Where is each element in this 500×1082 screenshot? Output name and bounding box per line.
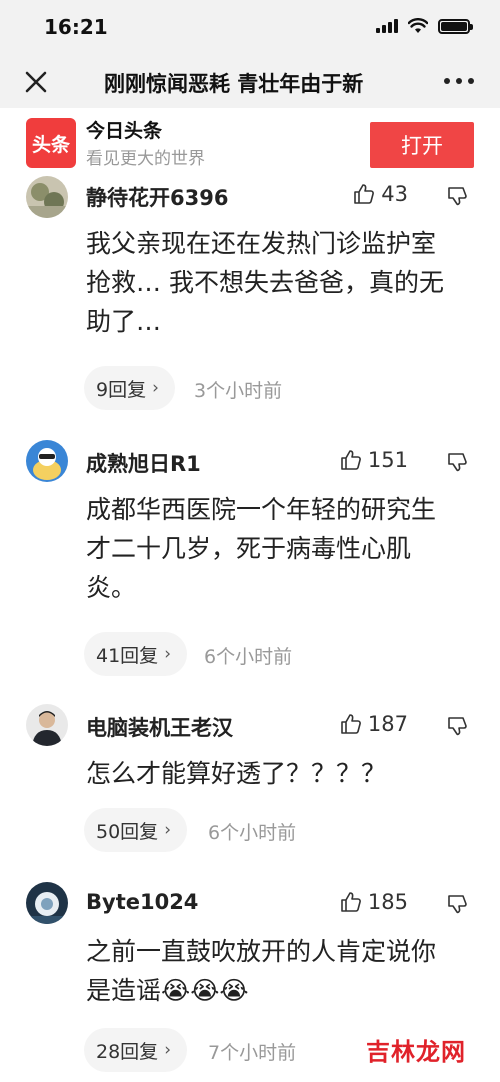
- status-time: 16:21: [44, 15, 108, 39]
- app-logo: 头条: [26, 118, 76, 168]
- reply-count: 50回复: [96, 820, 159, 843]
- chevron-right-icon: ›: [164, 1040, 171, 1060]
- thumbs-up-icon: [354, 184, 375, 204]
- avatar[interactable]: [26, 882, 68, 924]
- page-title: 刚刚惊闻恶耗 青壮年由于新: [104, 72, 364, 96]
- nav-bar: 刚刚惊闻恶耗 青壮年由于新: [0, 56, 500, 108]
- close-icon[interactable]: [22, 68, 50, 96]
- comment-time: 3个小时前: [194, 380, 283, 402]
- chevron-right-icon: ›: [164, 644, 171, 664]
- thumbs-down-icon[interactable]: [446, 714, 470, 738]
- status-bar: 16:21: [0, 0, 500, 56]
- app-download-banner: 头条 今日头条 看见更大的世界 打开: [0, 108, 500, 170]
- app-slogan: 看见更大的世界: [86, 149, 205, 169]
- like-count: 187: [367, 712, 408, 736]
- avatar[interactable]: [26, 176, 68, 218]
- reply-count-button[interactable]: 50回复 ›: [84, 808, 187, 852]
- like-button[interactable]: 187: [340, 712, 408, 736]
- comment-content: 之前一直鼓吹放开的人肯定说你是造谣😭😭😭: [86, 937, 437, 1005]
- chevron-right-icon: ›: [164, 820, 171, 840]
- comment-time: 7个小时前: [208, 1042, 297, 1064]
- like-button[interactable]: 185: [340, 890, 408, 914]
- cellular-signal-icon: [376, 19, 398, 33]
- thumbs-down-icon[interactable]: [446, 892, 470, 916]
- app-name: 今日头条: [86, 120, 163, 142]
- battery-icon: [438, 18, 473, 34]
- thumbs-up-icon: [341, 450, 361, 470]
- comment-username[interactable]: 成熟旭日R1: [86, 448, 201, 478]
- reply-count-button[interactable]: 9回复 ›: [84, 366, 175, 410]
- thumbs-down-icon[interactable]: [446, 184, 470, 208]
- comment-content: 我父亲现在还在发热门诊监护室抢救… 我不想失去爸爸，真的无助了…: [86, 229, 444, 336]
- wifi-icon: [408, 18, 428, 33]
- comment-username[interactable]: Byte1024: [86, 890, 198, 914]
- reply-count-button[interactable]: 41回复 ›: [84, 632, 187, 676]
- reply-count: 9回复: [96, 378, 147, 401]
- watermark: 吉林龙网: [366, 1038, 466, 1066]
- reply-count: 41回复: [96, 644, 159, 667]
- more-options-icon[interactable]: [444, 78, 474, 84]
- comment-content: 成都华西医院一个年轻的研究生才二十几岁，死于病毒性心肌炎。: [86, 495, 437, 602]
- like-count: 151: [367, 448, 408, 472]
- avatar[interactable]: [26, 440, 68, 482]
- comment-time: 6个小时前: [204, 646, 293, 668]
- like-count: 185: [367, 890, 408, 914]
- avatar[interactable]: [26, 704, 68, 746]
- thumbs-up-icon: [341, 714, 361, 734]
- comment-content: 怎么才能算好透了？？？？: [86, 759, 387, 788]
- comment-username[interactable]: 电脑装机王老汉: [86, 712, 233, 742]
- like-count: 43: [381, 182, 408, 206]
- open-app-button[interactable]: 打开: [370, 122, 474, 168]
- chevron-right-icon: ›: [152, 378, 159, 398]
- comment-time: 6个小时前: [208, 822, 297, 844]
- like-button[interactable]: 151: [340, 448, 408, 472]
- thumbs-up-icon: [341, 892, 361, 912]
- comment-username[interactable]: 静待花开6396: [86, 182, 228, 212]
- reply-count: 28回复: [96, 1040, 159, 1063]
- thumbs-down-icon[interactable]: [446, 450, 470, 474]
- status-icons: [376, 18, 473, 34]
- like-button[interactable]: 43: [353, 182, 408, 206]
- reply-count-button[interactable]: 28回复 ›: [84, 1028, 187, 1072]
